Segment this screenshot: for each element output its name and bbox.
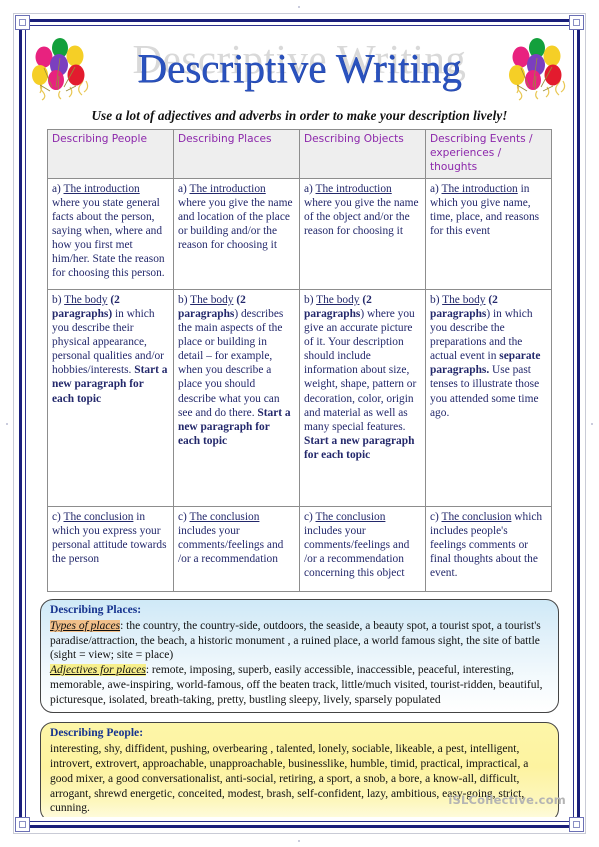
balloons-icon-right (507, 35, 569, 101)
corner-ornament-top-right (569, 15, 584, 30)
worksheet-content: Descriptive Writing Descriptive Writing (30, 30, 569, 817)
cell-intro-people: a) The introduction where you state gene… (47, 178, 174, 290)
table-row-introduction: a) The introduction where you state gene… (47, 178, 552, 290)
frame-dot (591, 423, 593, 425)
note-describing-places: Describing Places: Types of places: the … (40, 599, 559, 714)
table-header-row: Describing People Describing Places Desc… (47, 129, 552, 179)
title-row: Descriptive Writing Descriptive Writing (30, 32, 569, 104)
descriptive-writing-table: Describing People Describing Places Desc… (47, 129, 552, 592)
worksheet-subtitle: Use a lot of adjectives and adverbs in o… (91, 108, 508, 123)
cell-body-objects: b) The body (2 paragraphs) where you giv… (299, 289, 426, 507)
watermark: iSLCollective.com (448, 793, 566, 807)
cell-body-places: b) The body (2 paragraphs) describes the… (173, 289, 300, 507)
note-title-people: Describing People: (50, 726, 144, 740)
corner-ornament-top-left (15, 15, 30, 30)
frame-dot (298, 6, 300, 8)
frame-dot (298, 840, 300, 842)
column-header-describing-places: Describing Places (173, 129, 300, 179)
balloons-icon-left (30, 35, 92, 101)
page-title: Descriptive Writing Descriptive Writing (92, 38, 507, 91)
table-row-body: b) The body (2 paragraphs) in which you … (47, 289, 552, 507)
cell-conclusion-events: c) The conclusion which includes people'… (425, 506, 552, 592)
corner-ornament-bottom-right (569, 817, 584, 832)
cell-intro-events: a) The introduction in which you give na… (425, 178, 552, 290)
corner-ornament-bottom-left (15, 817, 30, 832)
table-row-conclusion: c) The conclusion in which you express y… (47, 506, 552, 592)
cell-intro-objects: a) The introduction where you give the n… (299, 178, 426, 290)
page-title-text: Descriptive Writing (137, 44, 462, 91)
frame-dot (6, 423, 8, 425)
column-header-describing-events: Describing Events / experiences / though… (425, 129, 552, 179)
column-header-describing-people: Describing People (47, 129, 174, 179)
note-title-places: Describing Places: (50, 603, 142, 616)
cell-body-events: b) The body (2 paragraphs) in which you … (425, 289, 552, 507)
cell-body-people: b) The body (2 paragraphs) in which you … (47, 289, 174, 507)
column-header-describing-objects: Describing Objects (299, 129, 426, 179)
cell-intro-places: a) The introduction where you give the n… (173, 178, 300, 290)
cell-conclusion-places: c) The conclusion includes your comments… (173, 506, 300, 592)
note-line-adjectives-for-places: Adjectives for places: remote, imposing,… (50, 664, 543, 706)
cell-conclusion-objects: c) The conclusion includes your comments… (299, 506, 426, 592)
note-line-types-of-places: Types of places: the country, the countr… (50, 619, 541, 662)
cell-conclusion-people: c) The conclusion in which you express y… (47, 506, 174, 592)
